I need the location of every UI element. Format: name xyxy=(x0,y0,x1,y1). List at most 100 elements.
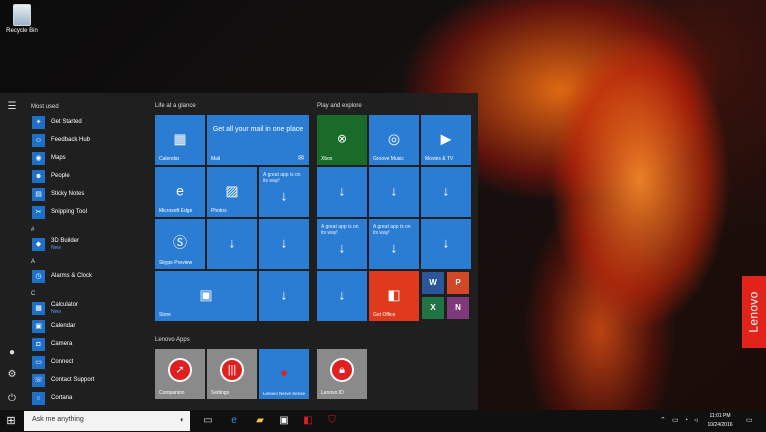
app-alarms-clock[interactable]: ◷ Alarms & Clock xyxy=(26,267,146,285)
app-snipping-tool[interactable]: ✂ Snipping Tool xyxy=(26,203,146,221)
tile-pending-3[interactable]: ↓ xyxy=(259,219,309,269)
app-people[interactable]: ☻ People xyxy=(26,167,146,185)
app-calendar[interactable]: ▣ Calendar xyxy=(26,317,146,335)
search-box[interactable]: Ask me anything ◖ xyxy=(24,411,190,431)
app-3d-builder[interactable]: ◆ 3D Builder New xyxy=(26,235,146,253)
camera-icon: ◘ xyxy=(32,337,45,351)
user-icon[interactable]: ● xyxy=(6,347,18,359)
scissors-icon: ✂ xyxy=(32,205,45,219)
onenote-icon[interactable]: N xyxy=(447,297,469,319)
edge-icon: e xyxy=(176,182,184,199)
tile-lenovo-nerve[interactable]: ● Lenovo Nerve Sense xyxy=(259,349,309,399)
battery-icon[interactable]: ▭ xyxy=(672,410,679,432)
app-connect[interactable]: ▭ Connect xyxy=(26,353,146,371)
tile-edge[interactable]: e Microsoft Edge xyxy=(155,167,205,217)
recycle-bin-label: Recycle Bin xyxy=(6,28,38,34)
microphone-icon[interactable]: ◖ xyxy=(179,415,184,424)
app-sticky-notes[interactable]: ▤ Sticky Notes xyxy=(26,185,146,203)
xbox-icon: ⊗ xyxy=(336,131,348,146)
chevron-up-icon[interactable]: ⌃ xyxy=(660,410,666,432)
tile-xbox[interactable]: ⊗ Xbox xyxy=(317,115,367,165)
tile-settings[interactable]: ||| Settings xyxy=(207,349,257,399)
tile-lenovo-id[interactable]: 🔒︎ Lenovo ID xyxy=(317,349,367,399)
clock-date: 10/24/2016 xyxy=(707,422,733,428)
gear-icon[interactable]: ⚙ xyxy=(6,369,18,381)
app-get-started[interactable]: ✦ Get Started xyxy=(26,113,146,131)
app-maps[interactable]: ◉ Maps xyxy=(26,149,146,167)
tile-store[interactable]: ▣ Store xyxy=(155,271,257,321)
recycle-bin[interactable]: Recycle Bin xyxy=(4,4,40,34)
lenovo-badge: Lenovo xyxy=(742,276,766,348)
tile-calendar[interactable]: ▦ Calendar xyxy=(155,115,205,165)
map-icon: ◉ xyxy=(32,151,45,165)
tile-photos[interactable]: ▨ Photos xyxy=(207,167,257,217)
group-play-title[interactable]: Play and explore xyxy=(317,103,362,109)
app-camera[interactable]: ◘ Camera xyxy=(26,335,146,353)
app-contact-support[interactable]: ☏ Contact Support xyxy=(26,371,146,389)
support-icon: ☏ xyxy=(32,373,45,387)
letter-hash[interactable]: # xyxy=(26,225,146,235)
download-arrow-icon: ↓ xyxy=(280,187,288,204)
download-arrow-icon: ↓ xyxy=(390,182,398,199)
taskbar: ⊞ Ask me anything ◖ ▭ e ▰ ▣ ◧ ⛉ ⌃ ▭ ◔ ◃ … xyxy=(0,410,766,432)
tile-pending-11[interactable]: ↓ xyxy=(317,271,367,321)
power-icon[interactable]: ⏻ xyxy=(6,393,18,405)
tile-skype[interactable]: Ⓢ Skype Preview xyxy=(155,219,205,269)
letter-c[interactable]: C xyxy=(26,289,146,299)
tile-mail[interactable]: Get all your mail in one place Mail ✉ xyxy=(207,115,309,165)
mcafee-icon[interactable]: ⛉ xyxy=(324,413,340,429)
download-arrow-icon: ↓ xyxy=(338,239,346,256)
feedback-icon: ☺ xyxy=(32,133,45,147)
most-used-header: Most used xyxy=(31,104,59,110)
calendar-icon: ▣ xyxy=(32,319,45,333)
recycle-bin-icon xyxy=(13,4,31,26)
tile-companion[interactable]: ➚ Companion xyxy=(155,349,205,399)
tile-pending-6[interactable]: ↓ xyxy=(369,167,419,217)
group-lenovo-title[interactable]: Lenovo Apps xyxy=(155,337,190,343)
download-arrow-icon: ↓ xyxy=(280,234,288,251)
start-rail: ☰ ● ⚙ ⏻ xyxy=(0,93,24,410)
tile-movies[interactable]: ▶ Movies & TV xyxy=(421,115,471,165)
word-icon[interactable]: W xyxy=(422,272,444,294)
tile-get-office[interactable]: ◧ Get Office xyxy=(369,271,419,321)
clock-icon: ◷ xyxy=(32,269,45,283)
download-arrow-icon: ↓ xyxy=(390,239,398,256)
notifications-icon[interactable]: ▭ xyxy=(746,410,753,432)
network-icon[interactable]: ◔ xyxy=(684,410,688,432)
edge-icon[interactable]: e xyxy=(226,413,242,429)
start-menu: ☰ ● ⚙ ⏻ Most used ✦ Get Started ☺ Feedback… xyxy=(0,93,478,410)
app-cortana[interactable]: ○ Cortana xyxy=(26,389,146,407)
letter-a[interactable]: A xyxy=(26,257,146,267)
tile-pending-4[interactable]: ↓ xyxy=(259,271,309,321)
note-icon: ▤ xyxy=(32,187,45,201)
clock[interactable]: 11:01 PM 10/24/2016 xyxy=(702,412,738,430)
app-calculator[interactable]: ▦ Calculator New xyxy=(26,299,146,317)
hamburger-icon[interactable]: ☰ xyxy=(6,101,18,113)
tile-pending-1[interactable]: A great app is on its way! ↓ xyxy=(259,167,309,217)
excel-icon[interactable]: X xyxy=(422,297,444,319)
app-list: Most used ✦ Get Started ☺ Feedback Hub ◉ Ma… xyxy=(26,101,146,410)
download-arrow-icon: ↓ xyxy=(442,182,450,199)
tile-pending-7[interactable]: ↓ xyxy=(421,167,471,217)
tile-pending-9[interactable]: A great app is on its way! ↓ xyxy=(369,219,419,269)
tile-pending-10[interactable]: ↓ xyxy=(421,219,471,269)
task-view-icon[interactable]: ▭ xyxy=(200,413,216,429)
powerpoint-icon[interactable]: P xyxy=(447,272,469,294)
tile-pending-8[interactable]: A great app is on its way! ↓ xyxy=(317,219,367,269)
download-arrow-icon: ↓ xyxy=(338,286,346,303)
lightbulb-icon: ✦ xyxy=(32,115,45,129)
windows-start-icon[interactable]: ⊞ xyxy=(0,410,22,432)
download-arrow-icon: ↓ xyxy=(338,182,346,199)
office-taskbar-icon[interactable]: ◧ xyxy=(300,413,316,429)
film-icon: ▶ xyxy=(440,130,452,147)
store-icon[interactable]: ▣ xyxy=(276,413,292,429)
group-life-title[interactable]: Life at a glance xyxy=(155,103,196,109)
app-feedback-hub[interactable]: ☺ Feedback Hub xyxy=(26,131,146,149)
tile-pending-5[interactable]: ↓ xyxy=(317,167,367,217)
calendar-icon: ▦ xyxy=(173,130,187,147)
tile-pending-2[interactable]: ↓ xyxy=(207,219,257,269)
volume-icon[interactable]: ◃ xyxy=(694,410,698,432)
tile-groove[interactable]: ◎ Groove Music xyxy=(369,115,419,165)
file-explorer-icon[interactable]: ▰ xyxy=(252,413,268,429)
nerve-sense-icon: ● xyxy=(280,365,288,380)
